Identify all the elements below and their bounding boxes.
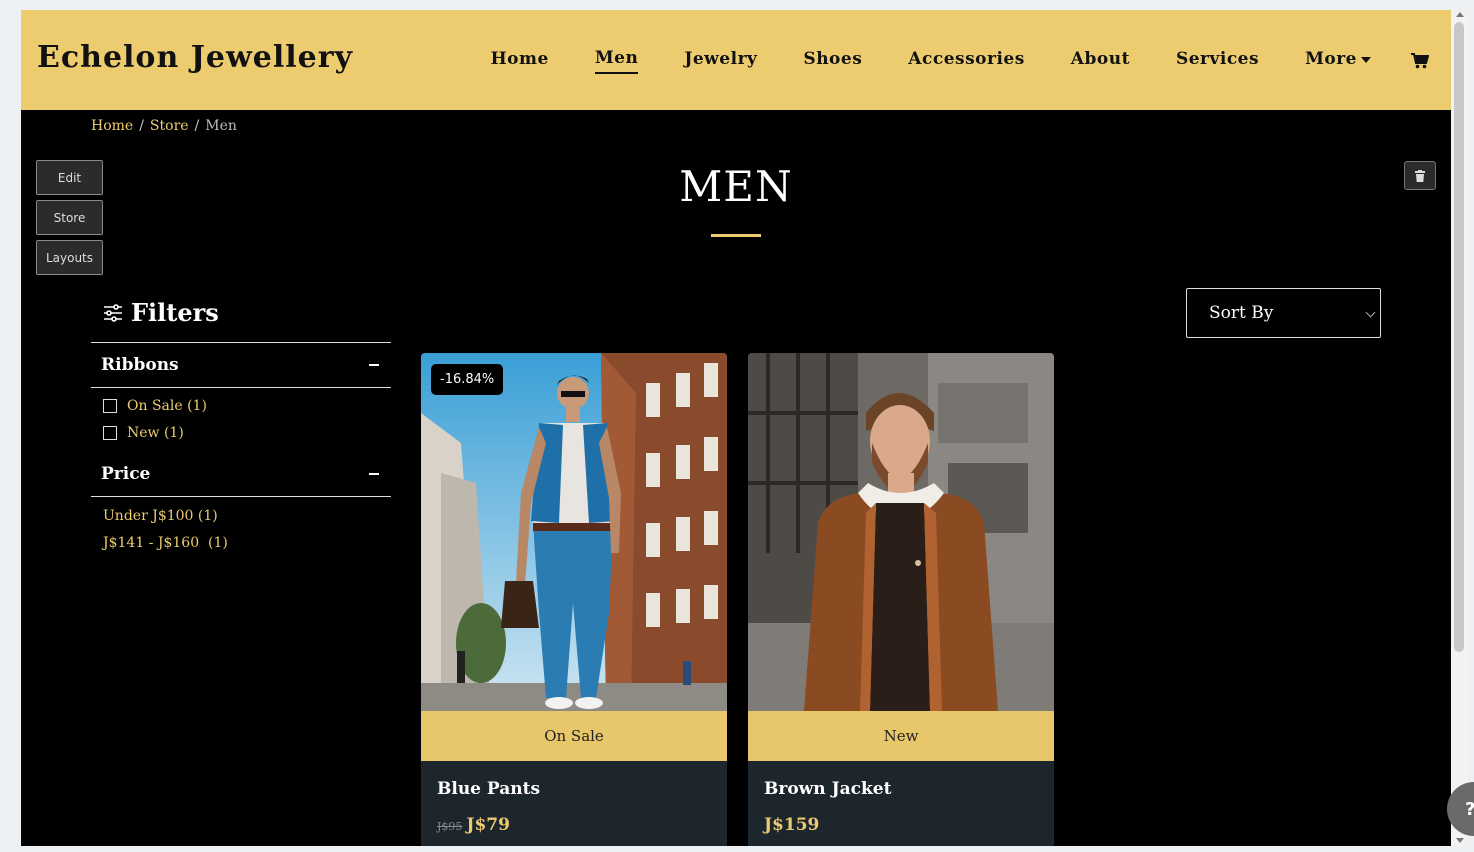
sale-price: J$79: [466, 815, 510, 835]
product-photo-man-brown-jacket: [748, 353, 1054, 711]
collapse-minus-icon[interactable]: [369, 364, 379, 366]
checkbox[interactable]: [103, 399, 117, 413]
product-card-blue-pants[interactable]: -16.84% On Sale Blue Pants J$95 J$79: [421, 353, 727, 846]
scroll-up-icon[interactable]: [1456, 12, 1464, 17]
nav-more[interactable]: More: [1305, 49, 1371, 73]
sliders-icon: [104, 303, 122, 322]
product-image[interactable]: [421, 353, 727, 711]
nav-about[interactable]: About: [1071, 49, 1130, 73]
breadcrumb-separator: /: [139, 118, 144, 134]
filter-option-on-sale[interactable]: On Sale (1): [103, 398, 207, 414]
nav-jewelry[interactable]: Jewelry: [684, 49, 757, 73]
nav-more-label: More: [1305, 49, 1357, 69]
browser-viewport: Echelon Jewellery Home Men Jewelry Shoes…: [21, 10, 1451, 846]
ribbons-filter-title: Ribbons: [101, 355, 179, 375]
sort-by-select[interactable]: Sort By: [1186, 288, 1381, 338]
breadcrumb-store[interactable]: Store: [150, 118, 189, 134]
product-price: J$159: [764, 815, 819, 835]
price: J$159: [764, 815, 820, 835]
product-price: J$95 J$79: [437, 815, 510, 835]
product-name[interactable]: Blue Pants: [437, 779, 540, 799]
chevron-down-icon: [1365, 307, 1376, 318]
filter-option-label: On Sale (1): [127, 398, 207, 414]
breadcrumb-separator: /: [194, 118, 200, 134]
title-underline: [711, 234, 761, 237]
collapse-minus-icon[interactable]: [369, 472, 379, 475]
price-filter-header[interactable]: Price: [91, 451, 391, 497]
site-brand[interactable]: Echelon Jewellery: [37, 40, 353, 75]
vertical-scrollbar[interactable]: [1451, 10, 1469, 846]
shopping-cart-icon[interactable]: [1411, 53, 1429, 69]
checkbox[interactable]: [103, 426, 117, 440]
price-filter-title: Price: [101, 463, 151, 484]
breadcrumb: Home / Store / Men: [91, 118, 237, 134]
nav-shoes[interactable]: Shoes: [803, 49, 862, 73]
price-option-141-160[interactable]: J$141 - J$160 (1): [103, 535, 228, 551]
price-option-under-100[interactable]: Under J$100 (1): [103, 508, 218, 524]
product-card-brown-jacket[interactable]: New Brown Jacket J$159: [748, 353, 1054, 846]
product-image[interactable]: [748, 353, 1054, 711]
breadcrumb-current: Men: [205, 118, 237, 134]
sort-by-label: Sort By: [1209, 303, 1274, 323]
ribbons-filter-header[interactable]: Ribbons: [91, 342, 391, 388]
scrollbar-thumb[interactable]: [1454, 22, 1464, 652]
nav-home[interactable]: Home: [491, 49, 549, 73]
original-price: J$95: [437, 820, 463, 833]
layouts-button[interactable]: Layouts: [36, 240, 103, 275]
discount-badge: -16.84%: [431, 364, 504, 395]
product-ribbon: On Sale: [421, 711, 727, 761]
filters-title: Filters: [131, 298, 219, 327]
main-nav: Home Men Jewelry Shoes Accessories About…: [445, 48, 1429, 74]
product-photo-man-blue-suit: [421, 353, 727, 711]
nav-men[interactable]: Men: [594, 48, 639, 74]
nav-accessories[interactable]: Accessories: [908, 49, 1025, 73]
scroll-down-icon[interactable]: [1456, 838, 1464, 843]
filter-option-new[interactable]: New (1): [103, 425, 184, 441]
caret-down-icon: [1361, 56, 1371, 63]
breadcrumb-home[interactable]: Home: [91, 118, 133, 134]
filter-option-label: New (1): [127, 425, 184, 441]
site-header: Echelon Jewellery Home Men Jewelry Shoes…: [21, 10, 1451, 110]
product-ribbon: New: [748, 711, 1054, 761]
filters-heading: Filters: [103, 298, 219, 327]
page-title: MEN: [679, 162, 793, 211]
product-name[interactable]: Brown Jacket: [764, 779, 891, 799]
nav-services[interactable]: Services: [1176, 49, 1259, 73]
